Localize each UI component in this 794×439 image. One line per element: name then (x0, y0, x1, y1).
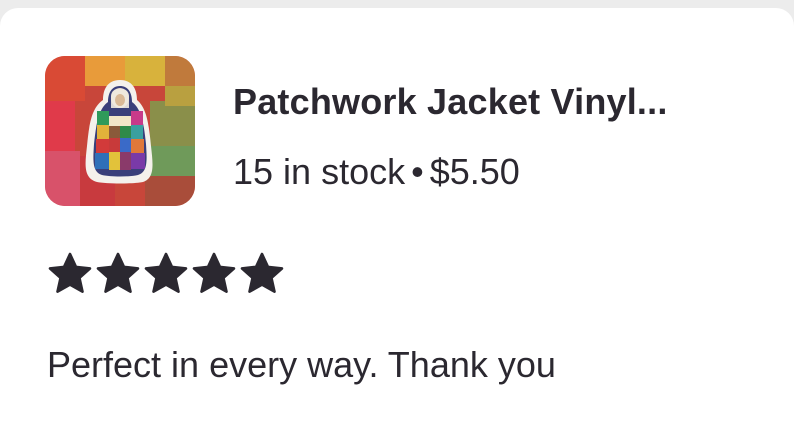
star-rating (47, 251, 285, 297)
review-text: Perfect in every way. Thank you (47, 344, 556, 385)
separator-dot: • (411, 151, 424, 192)
product-title[interactable]: Patchwork Jacket Vinyl... (233, 81, 668, 123)
star-icon (144, 252, 188, 293)
stock-price-line: 15 in stock • $5.50 (233, 151, 520, 193)
star-icon (96, 252, 140, 293)
star-icon (48, 252, 92, 293)
patchwork-jacket-image (45, 56, 195, 206)
star-icon (192, 252, 236, 293)
star-icon (240, 252, 284, 293)
stock-count: 15 in stock (233, 151, 406, 192)
product-thumbnail[interactable] (45, 56, 195, 206)
price: $5.50 (429, 151, 520, 192)
review-card: Patchwork Jacket Vinyl... 15 in stock • $5… (0, 8, 794, 439)
